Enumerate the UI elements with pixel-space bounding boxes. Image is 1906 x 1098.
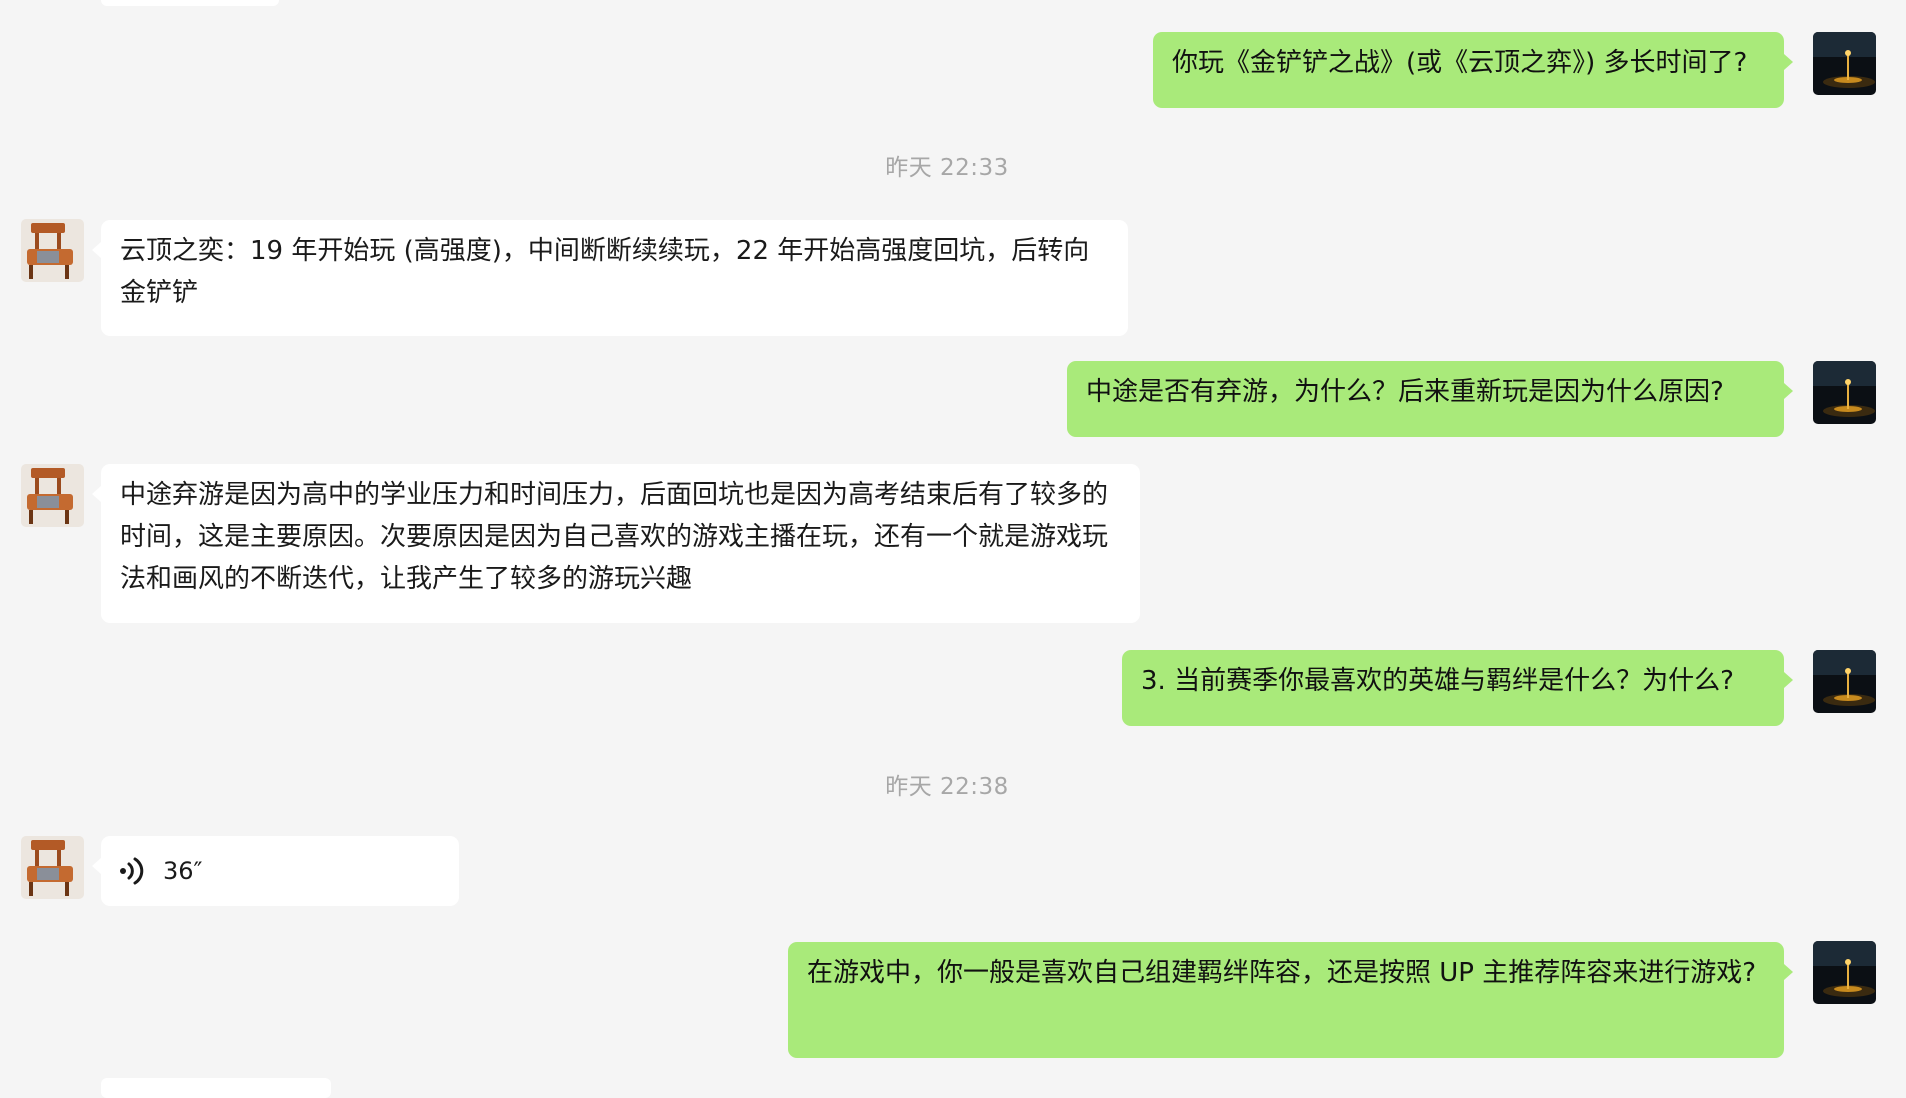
outgoing-message-bubble[interactable]: 你玩《金铲铲之战》(或《云顶之弈》) 多长时间了? (1153, 32, 1793, 108)
self-avatar[interactable] (1813, 941, 1876, 1004)
chat-message-list[interactable]: 你玩《金铲铲之战》(或《云顶之弈》) 多长时间了? 昨天 22:33 云顶之奕：… (0, 0, 1906, 1098)
message-text: 3. 当前赛季你最喜欢的英雄与羁绊是什么？为什么? (1141, 666, 1734, 696)
next-message-bubble[interactable] (101, 1078, 331, 1098)
message-timestamp: 昨天 22:38 (885, 774, 1009, 800)
outgoing-message-bubble[interactable]: 在游戏中，你一般是喜欢自己组建羁绊阵容，还是按照 UP 主推荐阵容来进行游戏? (788, 942, 1793, 1058)
incoming-message-bubble[interactable]: 中途弃游是因为高中的学业压力和时间压力，后面回坑也是因为高考结束后有了较多的时间… (92, 464, 1140, 623)
contact-avatar[interactable] (21, 836, 84, 899)
message-text: 中途是否有弃游，为什么？后来重新玩是因为什么原因? (1086, 377, 1724, 407)
message-timestamp: 昨天 22:33 (885, 155, 1009, 181)
voice-wave-icon (120, 857, 144, 885)
chair-photo-avatar-icon (21, 219, 84, 282)
contact-avatar[interactable] (21, 464, 84, 527)
outgoing-message-bubble[interactable]: 3. 当前赛季你最喜欢的英雄与羁绊是什么？为什么? (1122, 650, 1793, 726)
incoming-message-bubble[interactable]: 云顶之奕：19 年开始玩 (高强度)，中间断断续续玩，22 年开始高强度回坑，后… (92, 220, 1128, 336)
night-scene-avatar-icon (1813, 361, 1876, 424)
voice-duration: 36″ (163, 857, 203, 885)
message-text: 中途弃游是因为高中的学业压力和时间压力，后面回坑也是因为高考结束后有了较多的时间… (120, 480, 1109, 594)
night-scene-avatar-icon (1813, 32, 1876, 95)
chair-photo-avatar-icon (21, 836, 84, 899)
contact-avatar[interactable] (21, 219, 84, 282)
night-scene-avatar-icon (1813, 650, 1876, 713)
message-text: 你玩《金铲铲之战》(或《云顶之弈》) 多长时间了? (1172, 48, 1748, 78)
previous-message-bubble[interactable] (101, 0, 279, 6)
night-scene-avatar-icon (1813, 941, 1876, 1004)
message-text: 云顶之奕：19 年开始玩 (高强度)，中间断断续续玩，22 年开始高强度回坑，后… (120, 236, 1090, 308)
self-avatar[interactable] (1813, 32, 1876, 95)
voice-message-bubble[interactable]: 36″ (92, 836, 459, 906)
message-text: 在游戏中，你一般是喜欢自己组建羁绊阵容，还是按照 UP 主推荐阵容来进行游戏? (807, 958, 1757, 988)
self-avatar[interactable] (1813, 650, 1876, 713)
self-avatar[interactable] (1813, 361, 1876, 424)
chair-photo-avatar-icon (21, 464, 84, 527)
outgoing-message-bubble[interactable]: 中途是否有弃游，为什么？后来重新玩是因为什么原因? (1067, 361, 1793, 437)
